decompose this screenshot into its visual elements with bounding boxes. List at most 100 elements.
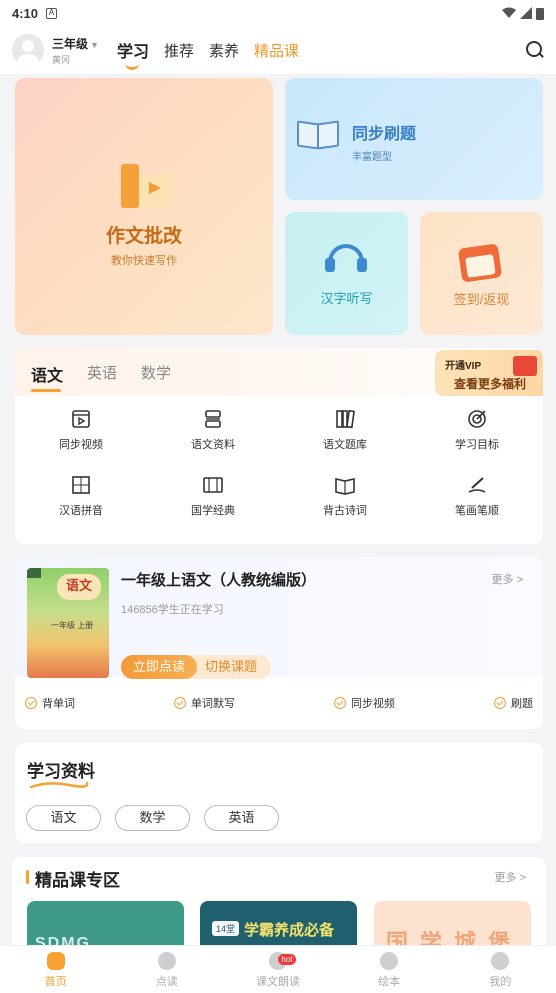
- nav-picture-book[interactable]: 绘本: [334, 946, 445, 993]
- signal-icon: [520, 7, 532, 19]
- picture-book-icon: [380, 952, 399, 970]
- tab-recommend[interactable]: 推荐: [164, 40, 194, 61]
- vip-line1: 开通VIP: [445, 361, 482, 372]
- region-label: 黄冈: [52, 54, 71, 65]
- dictation-card[interactable]: 汉字听写: [285, 212, 408, 335]
- cover-label: 一年级 上册: [51, 621, 94, 630]
- checkin-title: 签到/返现: [453, 292, 510, 307]
- sync-practice-card[interactable]: 同步刷题 丰富题型: [285, 78, 543, 200]
- subject-tabs: 语文 英语 数学: [31, 362, 171, 392]
- sync-practice-sub: 丰富题型: [352, 152, 392, 163]
- checkin-card[interactable]: 签到/返现: [420, 212, 543, 335]
- avatar[interactable]: [12, 34, 44, 66]
- grid-item-classics[interactable]: 国学经典: [147, 474, 279, 518]
- grid-item-label: 学习目标: [455, 439, 499, 451]
- grid-item-label: 笔画笔顺: [455, 505, 499, 517]
- dictation-title: 汉字听写: [320, 291, 373, 306]
- grid-item-strokes[interactable]: 笔画笔顺: [411, 474, 543, 518]
- tab-study[interactable]: 学习: [117, 38, 149, 70]
- subject-header: 语文 英语 数学 开通VIP 查看更多福利: [15, 348, 543, 396]
- headset-icon: [325, 242, 367, 274]
- books-icon: [121, 164, 177, 210]
- check-icon: [334, 697, 346, 709]
- hot-badge: hot: [278, 954, 296, 965]
- status-bar: 4:10 A: [0, 0, 556, 26]
- composition-card[interactable]: 作文批改 教你快速写作: [15, 78, 273, 335]
- premium-more-link[interactable]: 更多 >: [495, 869, 526, 885]
- action-vocab[interactable]: 背单词: [25, 695, 75, 711]
- course-actions: 背单词 单词默写 同步视频 刷题: [15, 695, 543, 711]
- pill-math[interactable]: 数学: [115, 805, 190, 831]
- tab-english[interactable]: 英语: [87, 362, 117, 386]
- materials-pills: 语文 数学 英语: [26, 805, 279, 831]
- grid-item-poems[interactable]: 背古诗词: [279, 474, 411, 518]
- classics-icon: [202, 474, 224, 496]
- nav-home[interactable]: 首页: [0, 946, 111, 993]
- action-practice[interactable]: 刷题: [494, 695, 533, 711]
- grid-item-pinyin[interactable]: 汉语拼音: [15, 474, 147, 518]
- action-video[interactable]: 同步视频: [334, 695, 395, 711]
- grid-item-label: 语文题库: [323, 439, 367, 451]
- subject-grid: 同步视频 语文资料 语文题库 学习目标 汉语拼音 国学经典 背古诗词 笔画笔顺: [15, 408, 543, 518]
- check-icon: [25, 697, 37, 709]
- pill-english[interactable]: 英语: [204, 805, 279, 831]
- section-accent-bar: [26, 870, 29, 884]
- open-book-icon: [297, 120, 341, 150]
- battery-icon: [536, 7, 544, 20]
- premium-title: 精品课专区: [35, 871, 120, 890]
- caret-down-icon: ▼: [90, 39, 99, 50]
- pinyin-icon: [70, 474, 92, 496]
- tab-literacy[interactable]: 素养: [209, 40, 239, 61]
- subject-panel: 语文 英语 数学 开通VIP 查看更多福利 同步视频 语文资料 语文题库 学习目…: [15, 348, 543, 544]
- sync-practice-title: 同步刷题: [352, 126, 417, 143]
- course-button-group: 立即点读 切换课题: [121, 655, 271, 679]
- grid-item-label: 背古诗词: [323, 505, 367, 517]
- home-icon: [46, 952, 65, 970]
- nav-text-reading[interactable]: hot 课文朗读: [222, 946, 333, 993]
- course-learner-count: 146856学生正在学习: [121, 604, 224, 616]
- grid-item-question-bank[interactable]: 语文题库: [279, 408, 411, 452]
- grid-item-label: 同步视频: [59, 439, 103, 451]
- search-icon[interactable]: [526, 41, 544, 59]
- vip-line2: 查看更多福利: [454, 377, 527, 391]
- read-now-button[interactable]: 立即点读: [121, 655, 198, 679]
- status-time: 4:10: [12, 5, 39, 21]
- top-bar: 三年级 ▼ 黄冈 学习 推荐 素养 精品课: [0, 26, 556, 74]
- action-dictation[interactable]: 单词默写: [174, 695, 235, 711]
- pen-icon: [466, 474, 488, 496]
- check-icon: [494, 697, 506, 709]
- grade-selector[interactable]: 三年级 ▼ 黄冈: [52, 35, 99, 66]
- profile-icon: [491, 952, 510, 970]
- header-tabs: 学习 推荐 素养 精品课: [117, 38, 299, 70]
- poem-icon: [334, 474, 356, 496]
- course-more-link[interactable]: 更多 >: [492, 571, 523, 587]
- tab-premium[interactable]: 精品课: [254, 40, 299, 61]
- check-icon: [174, 697, 186, 709]
- switch-lesson-button[interactable]: 切换课题: [205, 655, 257, 679]
- video-icon: [70, 408, 92, 430]
- tab-chinese[interactable]: 语文: [31, 362, 63, 392]
- grid-item-label: 国学经典: [191, 505, 235, 517]
- grid-item-materials[interactable]: 语文资料: [147, 408, 279, 452]
- grid-item-label: 汉语拼音: [59, 505, 103, 517]
- composition-sub: 教你快速写作: [111, 255, 177, 267]
- cover-badge: 语文: [57, 574, 101, 600]
- pill-chinese[interactable]: 语文: [26, 805, 101, 831]
- tab-math[interactable]: 数学: [141, 362, 171, 386]
- course-title: 一年级上语文（人教统编版）: [121, 572, 317, 589]
- nav-point-read[interactable]: 点读: [111, 946, 222, 993]
- bottom-nav: 首页 点读 hot 课文朗读 绘本 我的: [0, 945, 556, 993]
- book-icon: [157, 952, 176, 970]
- materials-section: 学习资料 语文 数学 英语: [15, 743, 543, 843]
- grid-item-label: 语文资料: [191, 439, 235, 451]
- grid-item-sync-video[interactable]: 同步视频: [15, 408, 147, 452]
- notification-icon: A: [46, 7, 58, 19]
- course-cover[interactable]: 语文 一年级 上册: [27, 568, 109, 678]
- grid-item-goals[interactable]: 学习目标: [411, 408, 543, 452]
- premium-section: 精品课专区 更多 > SDMG 14堂 学霸养成必备 国学城堡: [12, 857, 546, 957]
- materials-title: 学习资料: [27, 762, 95, 781]
- vip-banner[interactable]: 开通VIP 查看更多福利: [435, 350, 543, 396]
- nav-profile[interactable]: 我的: [445, 946, 556, 993]
- composition-title: 作文批改: [105, 226, 182, 247]
- wifi-icon: [502, 7, 516, 18]
